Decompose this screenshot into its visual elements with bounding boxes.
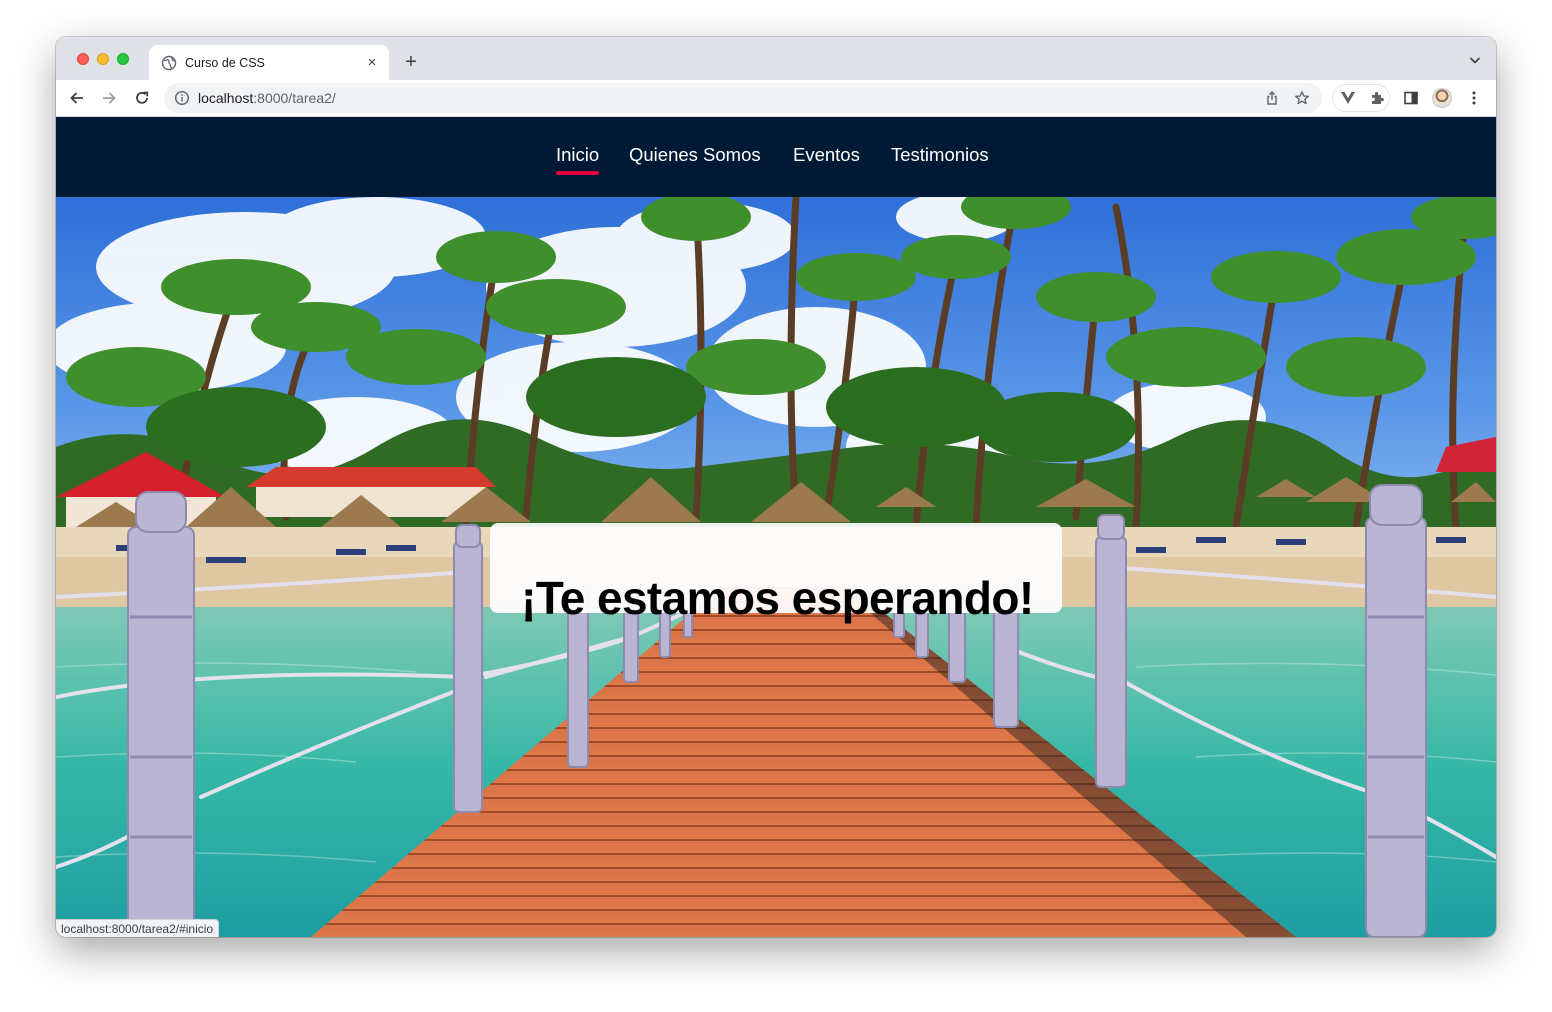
reload-icon[interactable] xyxy=(133,89,151,107)
side-panel-icon[interactable] xyxy=(1402,89,1420,107)
star-icon[interactable] xyxy=(1294,90,1310,106)
minimize-window-button[interactable] xyxy=(97,53,109,65)
avatar[interactable] xyxy=(1432,88,1452,108)
url-host: localhost xyxy=(198,90,254,106)
web-page: Inicio Quienes Somos Eventos Testimonios xyxy=(56,117,1496,937)
back-arrow-icon[interactable] xyxy=(68,89,86,107)
share-icon[interactable] xyxy=(1264,90,1280,106)
zoom-window-button[interactable] xyxy=(117,53,129,65)
nav-link-quienes-somos[interactable]: Quienes Somos xyxy=(629,143,761,167)
address-bar[interactable]: localhost:8000/tarea2/ xyxy=(164,83,1322,113)
plus-icon[interactable]: + xyxy=(400,51,422,73)
url-path: :8000/tarea2/ xyxy=(253,90,336,106)
extensions-icon[interactable] xyxy=(1369,90,1385,106)
tab-strip: Curso de CSS × + xyxy=(56,37,1496,80)
info-icon[interactable] xyxy=(174,90,190,106)
chevron-down-icon[interactable] xyxy=(1468,53,1482,67)
forward-arrow-icon[interactable] xyxy=(100,89,118,107)
tab-title: Curso de CSS xyxy=(185,56,265,70)
url-text[interactable]: localhost:8000/tarea2/ xyxy=(198,90,336,106)
kebab-menu-icon[interactable] xyxy=(1465,89,1483,107)
globe-icon xyxy=(161,55,177,71)
browser-tab[interactable]: Curso de CSS × xyxy=(149,45,389,80)
extension-pill xyxy=(1332,84,1390,112)
link-status-bar: localhost:8000/tarea2/#inicio xyxy=(56,919,220,937)
site-navigation: Inicio Quienes Somos Eventos Testimonios xyxy=(56,117,1496,197)
vuejs-devtools-icon[interactable] xyxy=(1340,90,1356,106)
nav-link-inicio[interactable]: Inicio xyxy=(556,143,600,175)
hero-section: ¡Te estamos esperando! xyxy=(56,197,1496,937)
close-icon[interactable]: × xyxy=(363,54,381,72)
nav-link-eventos[interactable]: Eventos xyxy=(793,143,860,167)
nav-link-testimonios[interactable]: Testimonios xyxy=(891,143,989,167)
close-window-button[interactable] xyxy=(77,53,89,65)
browser-window: Curso de CSS × + localhost:8000/tarea2/ xyxy=(56,37,1496,937)
browser-toolbar: localhost:8000/tarea2/ xyxy=(56,80,1496,117)
hero-title-box: ¡Te estamos esperando! xyxy=(490,523,1062,624)
hero-title: ¡Te estamos esperando! xyxy=(521,571,1034,624)
